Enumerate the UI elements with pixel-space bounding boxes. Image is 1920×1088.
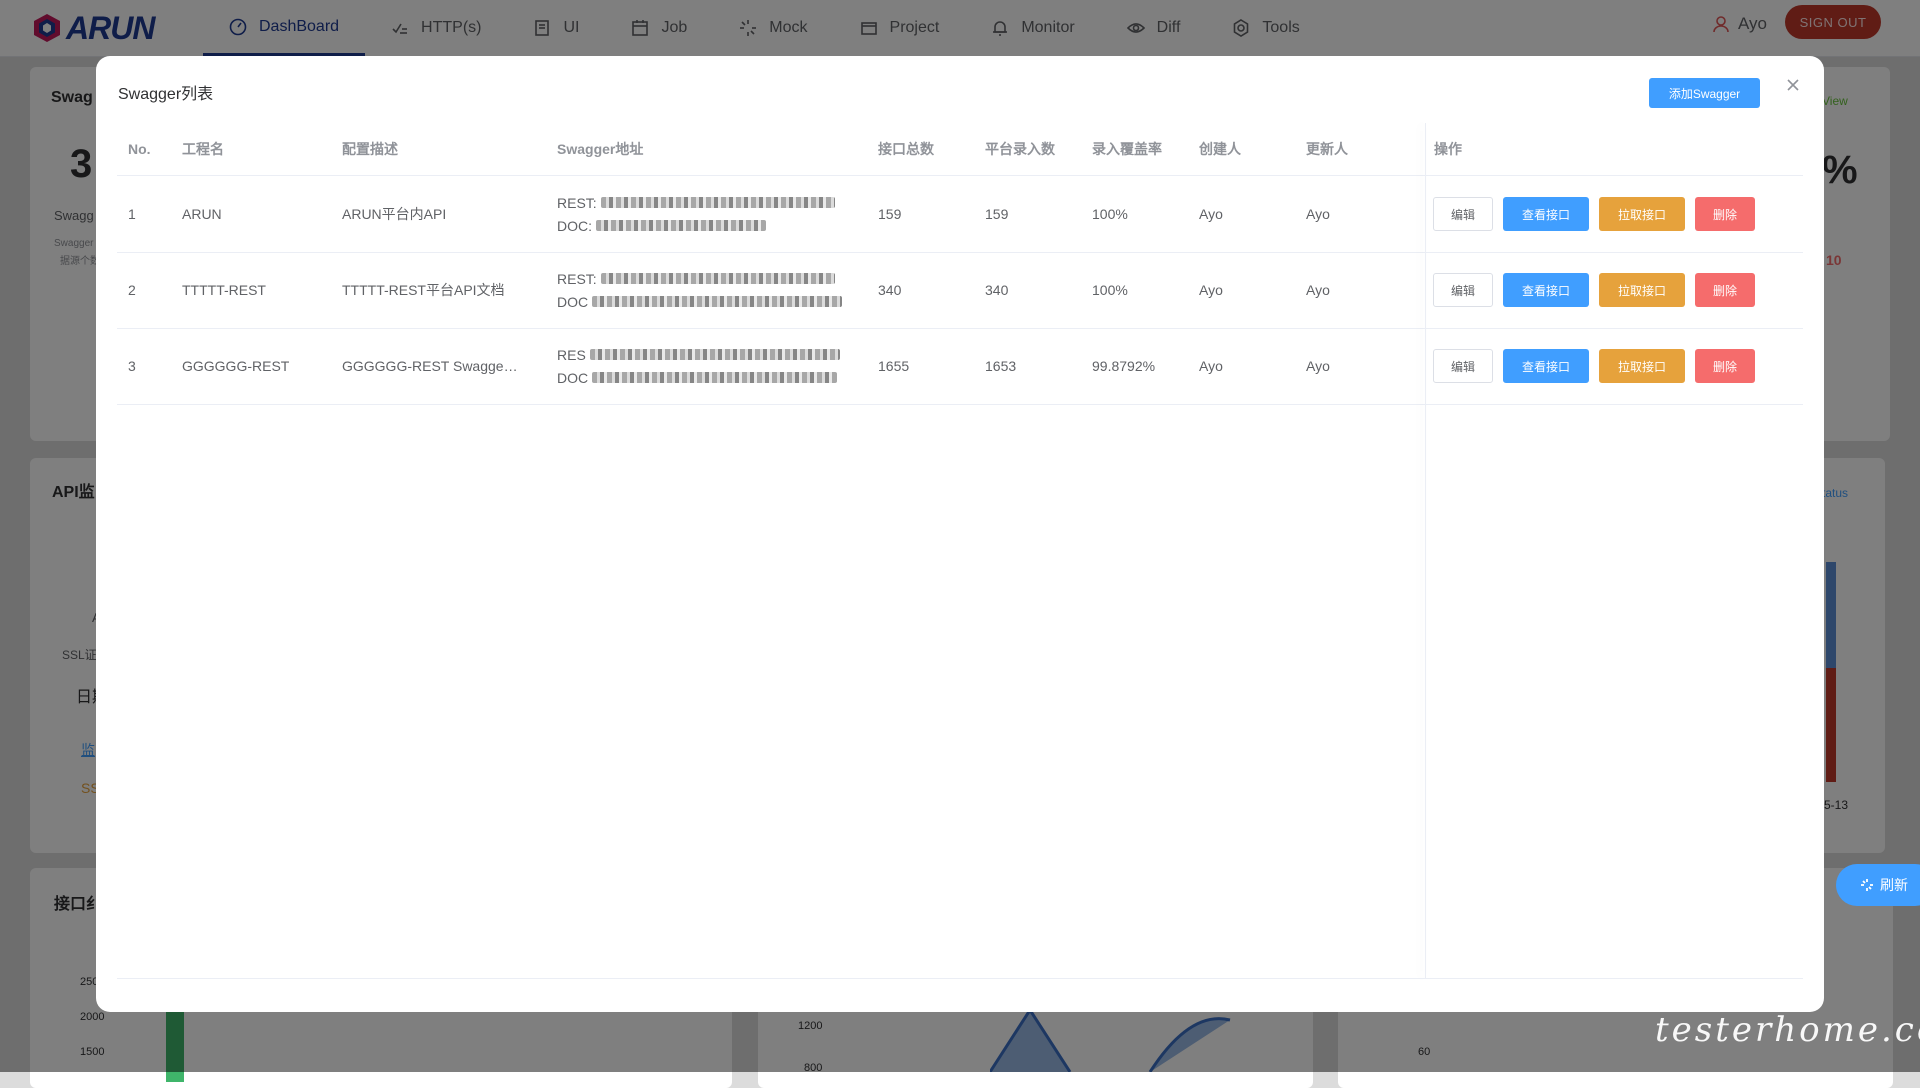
pull-apis-button[interactable]: 拉取接口 bbox=[1599, 197, 1685, 231]
col-actions: 操作 bbox=[1434, 141, 1462, 157]
cell-entered: 159 bbox=[985, 206, 1009, 222]
cell-total: 1655 bbox=[878, 358, 910, 374]
col-no: No. bbox=[128, 141, 151, 157]
cell-creator: Ayo bbox=[1199, 358, 1223, 374]
col-total: 接口总数 bbox=[878, 141, 934, 157]
redacted-url bbox=[592, 296, 843, 307]
table-row: 1 ARUN ARUN平台内API REST: DOC: 159 159 100… bbox=[117, 176, 1803, 253]
dialog-title: Swagger列表 bbox=[118, 86, 214, 103]
table-bottom-border bbox=[117, 978, 1803, 979]
cell-total: 159 bbox=[878, 206, 902, 222]
cell-creator: Ayo bbox=[1199, 282, 1223, 298]
edit-button[interactable]: 编辑 bbox=[1433, 197, 1493, 231]
redacted-url bbox=[600, 197, 835, 208]
cell-updater: Ayo bbox=[1306, 358, 1330, 374]
delete-button[interactable]: 删除 bbox=[1695, 349, 1755, 383]
delete-button[interactable]: 删除 bbox=[1695, 197, 1755, 231]
cell-coverage: 99.8792% bbox=[1092, 358, 1156, 374]
swagger-list-dialog: Swagger列表 添加Swagger No. 工程名 配置描述 Swagger… bbox=[96, 56, 1824, 1012]
col-swagger-url: Swagger地址 bbox=[557, 141, 644, 157]
cell-coverage: 100% bbox=[1092, 282, 1128, 298]
close-icon bbox=[1787, 79, 1799, 91]
edit-button[interactable]: 编辑 bbox=[1433, 273, 1493, 307]
cell-updater: Ayo bbox=[1306, 206, 1330, 222]
cell-coverage: 100% bbox=[1092, 206, 1128, 222]
close-dialog-button[interactable] bbox=[1784, 76, 1802, 94]
view-apis-button[interactable]: 查看接口 bbox=[1503, 273, 1589, 307]
cell-project-name: ARUN bbox=[182, 206, 222, 222]
doc-label: DOC: bbox=[557, 217, 592, 234]
cell-description: ARUN平台内API bbox=[342, 206, 447, 222]
cell-no: 1 bbox=[128, 206, 136, 222]
view-apis-button[interactable]: 查看接口 bbox=[1503, 197, 1589, 231]
refresh-label: 刷新 bbox=[1880, 877, 1908, 893]
redacted-url bbox=[589, 349, 840, 360]
row-actions: 编辑 查看接口 拉取接口 删除 bbox=[1433, 328, 1765, 404]
cell-no: 2 bbox=[128, 282, 136, 298]
swagger-table: No. 工程名 配置描述 Swagger地址 接口总数 平台录入数 录入覆盖率 … bbox=[117, 123, 1803, 979]
redacted-url bbox=[596, 220, 766, 231]
col-description: 配置描述 bbox=[342, 141, 398, 157]
pull-apis-button[interactable]: 拉取接口 bbox=[1599, 349, 1685, 383]
loading-icon bbox=[1861, 879, 1873, 891]
cell-description: TTTTT-REST平台API文档 bbox=[342, 282, 505, 298]
doc-label: DOC bbox=[557, 293, 589, 310]
cell-no: 3 bbox=[128, 358, 136, 374]
refresh-button[interactable]: 刷新 bbox=[1836, 864, 1920, 906]
cell-project-name: GGGGGG-REST bbox=[182, 358, 290, 374]
col-coverage: 录入覆盖率 bbox=[1092, 141, 1162, 157]
cell-description: GGGGGG-REST Swagge… bbox=[342, 358, 518, 374]
redacted-url bbox=[592, 372, 838, 383]
cell-updater: Ayo bbox=[1306, 282, 1330, 298]
col-creator: 创建人 bbox=[1199, 141, 1241, 157]
edit-button[interactable]: 编辑 bbox=[1433, 349, 1493, 383]
cell-swagger-url: REST: DOC: bbox=[557, 176, 835, 252]
col-updater: 更新人 bbox=[1306, 141, 1348, 157]
redacted-url bbox=[600, 273, 835, 284]
cell-total: 340 bbox=[878, 282, 902, 298]
cell-creator: Ayo bbox=[1199, 206, 1223, 222]
view-apis-button[interactable]: 查看接口 bbox=[1503, 349, 1589, 383]
cell-swagger-url: REST: DOC bbox=[557, 252, 843, 328]
pull-apis-button[interactable]: 拉取接口 bbox=[1599, 273, 1685, 307]
watermark-text: testerhome.com bbox=[1655, 1010, 1920, 1050]
table-header: No. 工程名 配置描述 Swagger地址 接口总数 平台录入数 录入覆盖率 … bbox=[117, 123, 1803, 176]
rest-label: REST: bbox=[557, 270, 597, 287]
row-actions: 编辑 查看接口 拉取接口 删除 bbox=[1433, 176, 1765, 252]
row-actions: 编辑 查看接口 拉取接口 删除 bbox=[1433, 252, 1765, 328]
add-swagger-button[interactable]: 添加Swagger bbox=[1649, 78, 1760, 108]
col-project-name: 工程名 bbox=[182, 141, 224, 157]
col-entered: 平台录入数 bbox=[985, 141, 1055, 157]
cell-project-name: TTTTT-REST bbox=[182, 282, 266, 298]
rest-label: REST: bbox=[557, 194, 597, 211]
fixed-column-divider bbox=[1425, 123, 1426, 979]
table-row: 3 GGGGGG-REST GGGGGG-REST Swagge… RES DO… bbox=[117, 328, 1803, 405]
delete-button[interactable]: 删除 bbox=[1695, 273, 1755, 307]
doc-label: DOC bbox=[557, 369, 589, 386]
rest-label: RES bbox=[557, 346, 586, 363]
cell-entered: 340 bbox=[985, 282, 1009, 298]
cell-swagger-url: RES DOC bbox=[557, 328, 840, 404]
table-row: 2 TTTTT-REST TTTTT-REST平台API文档 REST: DOC… bbox=[117, 252, 1803, 329]
cell-entered: 1653 bbox=[985, 358, 1017, 374]
